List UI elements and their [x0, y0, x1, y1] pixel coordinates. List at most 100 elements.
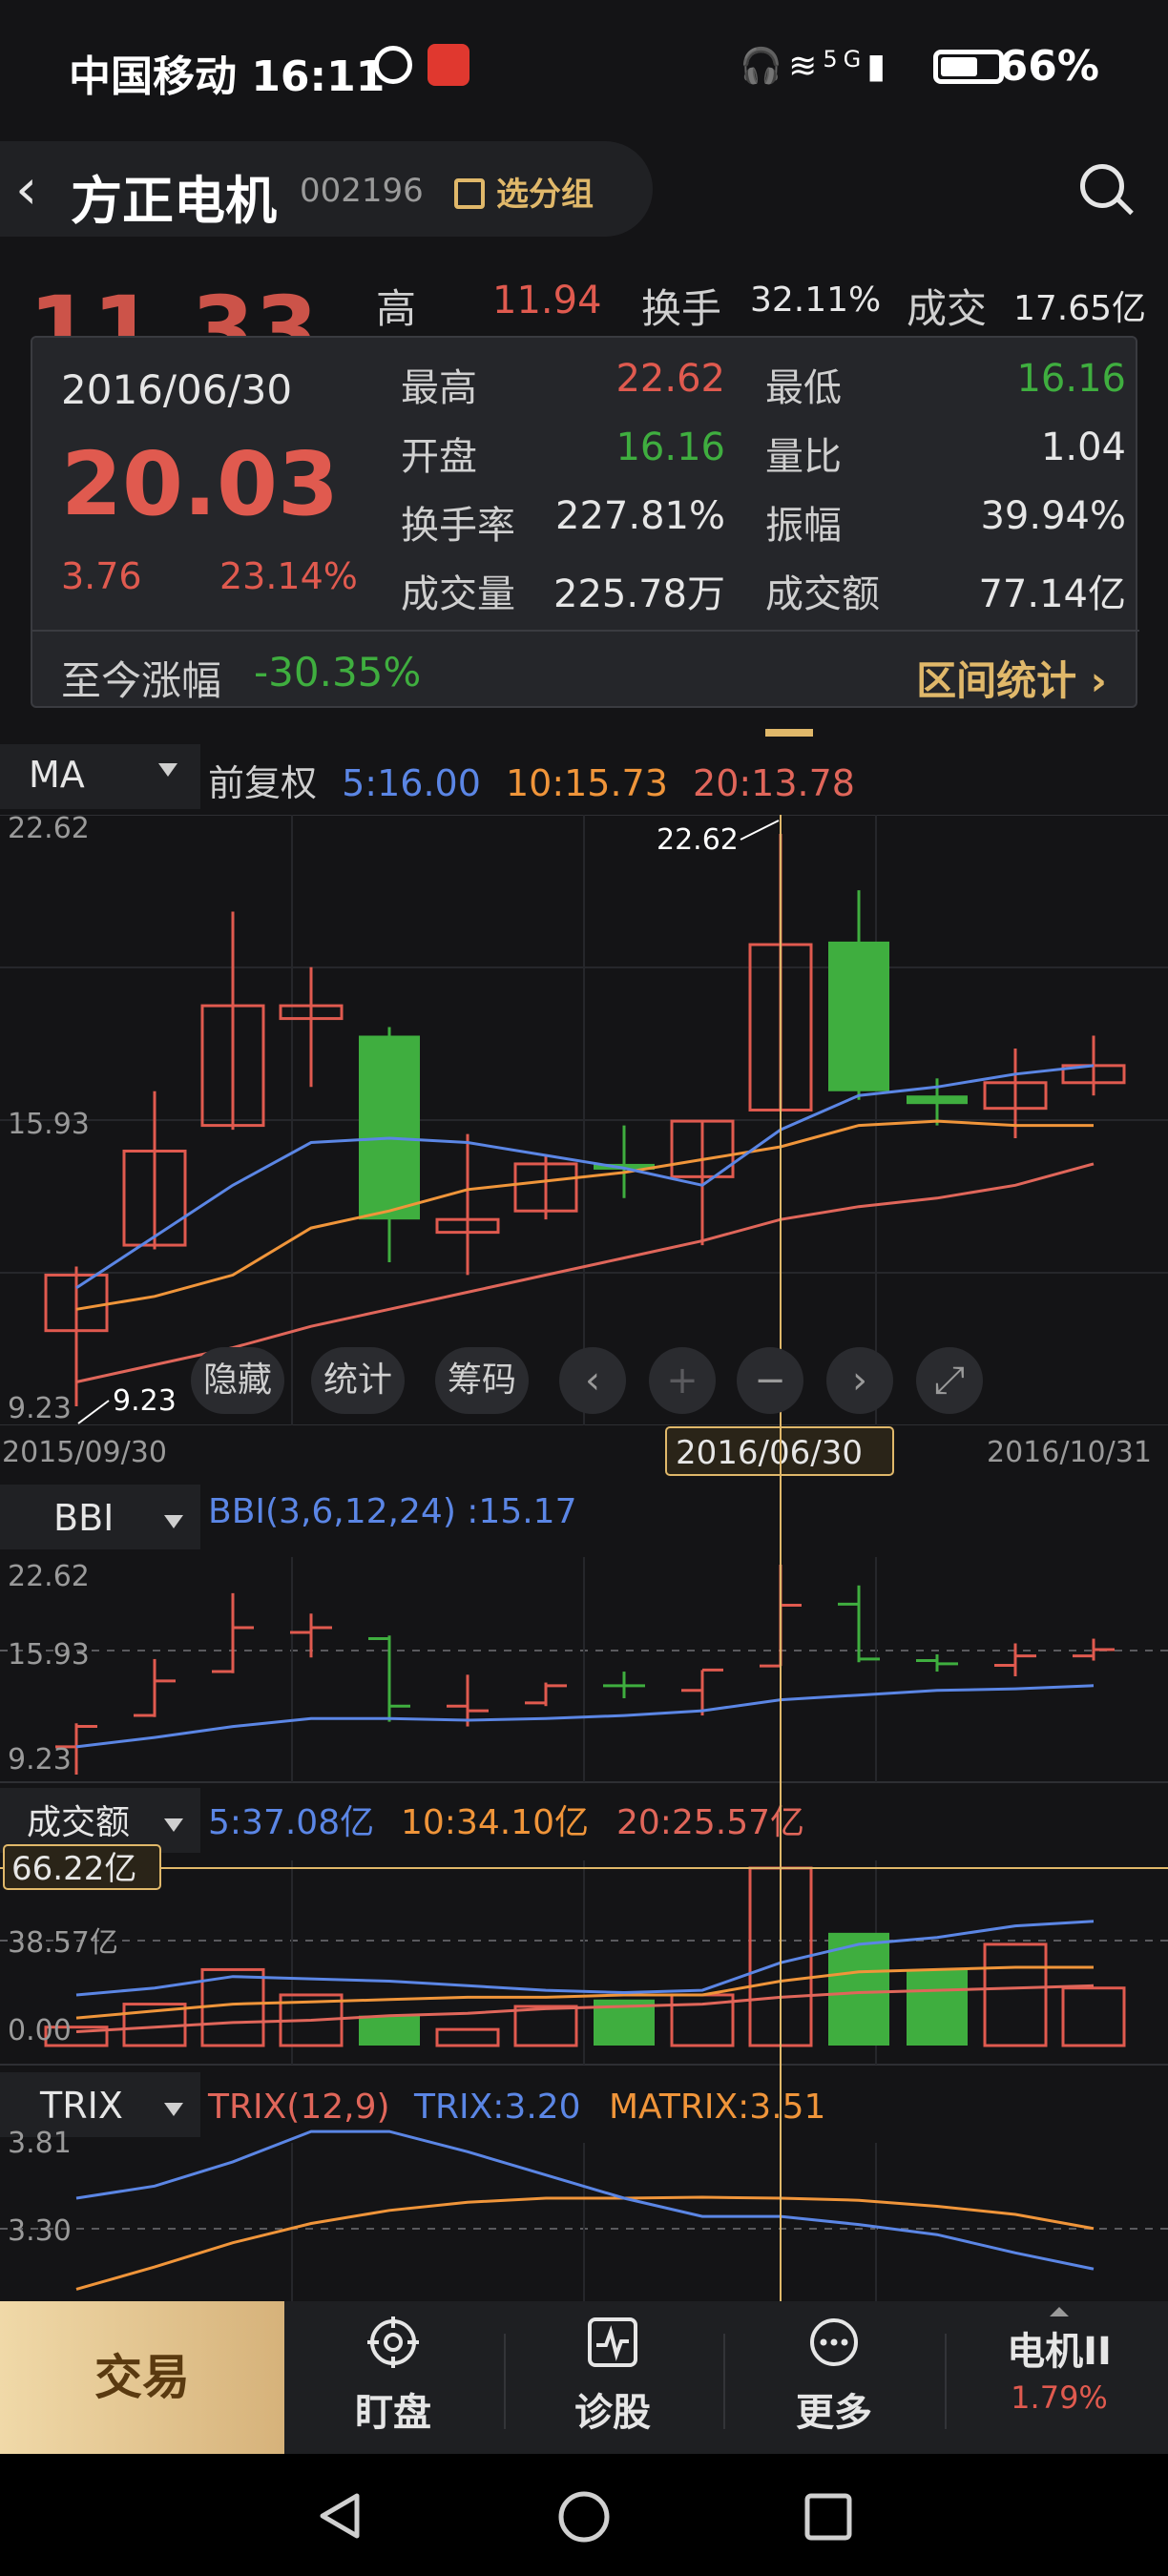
- pulse-chart-icon: [588, 2317, 637, 2367]
- bbi-chart-grid: [0, 1557, 1168, 1783]
- since-value: -30.35%: [254, 649, 422, 696]
- trix-axis-top: 3.81: [8, 2127, 72, 2160]
- back-chevron-icon[interactable]: ‹: [15, 161, 61, 217]
- bbi-axis-bottom: 9.23: [8, 1743, 72, 1776]
- candle-detail-tooltip: 2016/06/30 20.03 3.76 23.14% 最高 22.62 最低 16…: [31, 336, 1139, 708]
- ma10-value: 10:15.73: [505, 762, 668, 804]
- select-group-button[interactable]: 选分组: [454, 168, 594, 215]
- stats-button[interactable]: 统计: [311, 1347, 405, 1414]
- app-notification-icon: [428, 44, 469, 86]
- chips-button[interactable]: 筹码: [435, 1347, 529, 1414]
- expand-up-icon: [1050, 2307, 1069, 2316]
- trade-button[interactable]: 交易: [0, 2301, 284, 2454]
- diagnose-nav-item[interactable]: 诊股: [517, 2309, 708, 2442]
- nav-divider: [504, 2334, 506, 2429]
- ma-selector-label: MA: [29, 754, 85, 796]
- tooltip-divider: [32, 630, 1139, 632]
- tooltip-stats-grid: 最高 22.62 最低 16.16 开盘 16.16 量比 1.04 换手率 227.81% 振幅 3…: [401, 357, 1126, 632]
- fullscreen-icon[interactable]: ⤢: [916, 1347, 983, 1414]
- stock-code: 002196: [300, 172, 424, 210]
- bbi-axis-top: 22.62: [8, 1560, 90, 1593]
- amount-axis-bottom: 0.00: [8, 2014, 72, 2047]
- tooltip-close-price: 20.03: [61, 433, 340, 535]
- tooltip-v1: 227.81%: [555, 494, 725, 538]
- turnover-value: 32.11%: [750, 280, 882, 320]
- target-icon: [367, 2316, 419, 2368]
- sector-nav-item[interactable]: 电机II 1.79%: [964, 2307, 1155, 2416]
- tooltip-l2: 量比: [765, 435, 842, 479]
- charts-canvas[interactable]: 22.62 15.93 9.23 22.62 9.23 2015/09/30 2…: [0, 815, 1168, 2301]
- watch-nav-item[interactable]: 盯盘: [298, 2309, 489, 2442]
- date-left: 2015/09/30: [2, 1436, 167, 1469]
- status-bar: 中国移动 16:11 🎧≋5G▮ 66%: [0, 0, 1168, 134]
- amount-chart-grid: [0, 1860, 1168, 2066]
- ma-axis-top: 22.62: [8, 815, 90, 845]
- trix-value: TRIX:3.20: [413, 2088, 581, 2127]
- amount-bar: [435, 2027, 500, 2047]
- high-value: 11.94: [492, 279, 602, 322]
- tooltip-change-pct: 23.14%: [219, 555, 358, 597]
- tooltip-v1: 16.16: [615, 426, 725, 469]
- tooltip-row: 成交量 225.78万 成交额 77.14亿: [401, 563, 1126, 632]
- signal-wifi-icons: 🎧≋5G▮: [740, 46, 891, 86]
- alarm-icon: [374, 46, 412, 84]
- tooltip-change: 3.76: [61, 555, 142, 597]
- interval-stats-link[interactable]: 区间统计 ›: [916, 649, 1107, 707]
- tab-indicator: [765, 729, 813, 737]
- ma-axis-bottom: 9.23: [8, 1392, 72, 1425]
- amount-selected-value: 66.22亿: [11, 1850, 136, 1888]
- tooltip-date: 2016/06/30: [61, 366, 293, 413]
- ma-chart-grid: [0, 815, 1168, 1426]
- amount-bar: [359, 2015, 420, 2046]
- ma20-value: 20:13.78: [693, 762, 855, 804]
- tooltip-row: 开盘 16.16 量比 1.04: [401, 426, 1126, 494]
- volume-value: 17.65亿: [1013, 289, 1147, 328]
- tooltip-v1: 225.78万: [553, 572, 725, 616]
- tooltip-row: 换手率 227.81% 振幅 39.94%: [401, 494, 1126, 563]
- bbi-info: BBI(3,6,12,24) :15.17: [208, 1492, 577, 1531]
- date-right: 2016/10/31: [987, 1436, 1152, 1469]
- ma-selector[interactable]: MA: [0, 744, 200, 809]
- amount-bar: [983, 1942, 1048, 2047]
- zoom-in-icon[interactable]: +: [649, 1347, 716, 1414]
- battery-icon: [933, 50, 1004, 84]
- scroll-right-icon[interactable]: ›: [826, 1347, 893, 1414]
- tooltip-l2: 振幅: [765, 504, 842, 548]
- amount-ma20: 20:25.57亿: [616, 1803, 804, 1842]
- scroll-left-icon[interactable]: ‹: [559, 1347, 626, 1414]
- stock-name: 方正电机: [71, 171, 277, 231]
- candle-body: [828, 941, 889, 1091]
- candle-body: [359, 1035, 420, 1220]
- hide-button[interactable]: 隐藏: [191, 1347, 284, 1414]
- checkbox-icon: [454, 178, 485, 209]
- more-nav-item[interactable]: 更多: [739, 2309, 929, 2442]
- tooltip-l1: 成交量: [401, 572, 515, 616]
- home-circle-icon[interactable]: [557, 2490, 611, 2544]
- back-triangle-icon[interactable]: [315, 2490, 366, 2542]
- nav-divider: [945, 2334, 947, 2429]
- tooltip-l2: 最低: [765, 366, 842, 410]
- diagnose-label: 诊股: [574, 2391, 651, 2435]
- since-label: 至今涨幅: [61, 657, 222, 704]
- tooltip-l2: 成交额: [765, 572, 880, 616]
- bbi-selector-label: BBI: [53, 1497, 114, 1539]
- volume-label: 成交: [907, 285, 988, 332]
- select-group-label: 选分组: [496, 176, 594, 214]
- amount-bar: [513, 2005, 578, 2047]
- trix-selector-label: TRIX: [39, 2085, 123, 2127]
- tooltip-l1: 换手率: [401, 504, 515, 548]
- system-nav-bar: [0, 2454, 1168, 2576]
- signal-icon: ▮: [866, 47, 891, 86]
- bbi-axis-mid: 15.93: [8, 1638, 90, 1672]
- min-price-label: 9.23: [113, 1384, 177, 1418]
- amount-ma10: 10:34.10亿: [401, 1803, 589, 1842]
- nav-divider: [723, 2334, 725, 2429]
- amount-ma5: 5:37.08亿: [208, 1803, 374, 1842]
- trix-params: TRIX(12,9): [207, 2088, 390, 2127]
- trix-axis-mid: 3.30: [8, 2214, 72, 2248]
- zoom-out-icon[interactable]: −: [737, 1347, 803, 1414]
- search-icon[interactable]: [1080, 164, 1124, 208]
- headphones-icon: 🎧: [740, 47, 789, 86]
- wifi-icon: ≋: [788, 47, 824, 86]
- recents-square-icon[interactable]: [803, 2492, 853, 2542]
